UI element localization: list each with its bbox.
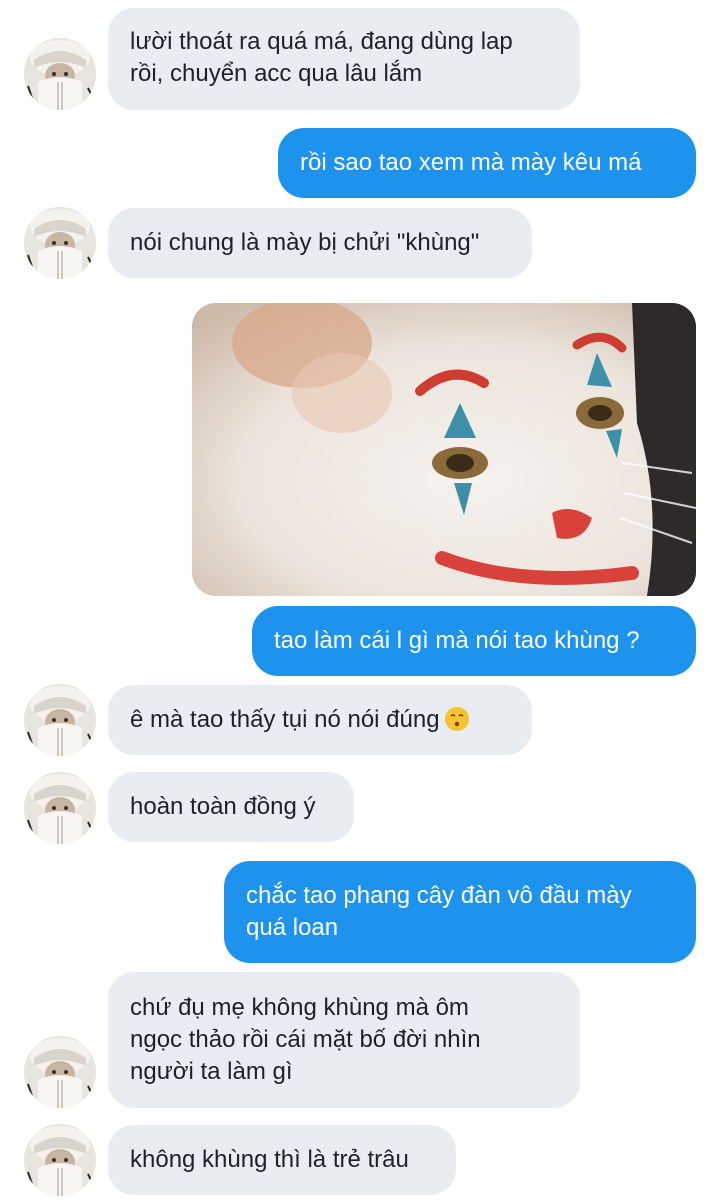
incoming-message-bubble[interactable]: chứ đụ mẹ không khùng mà ôm ngọc thảo rồ… xyxy=(108,972,580,1108)
message-text-line: lười thoát ra quá má, đang dùng lap xyxy=(130,28,513,55)
incoming-message-bubble[interactable]: hoàn toàn đồng ý xyxy=(108,772,354,842)
message-text-line: rồi sao tao xem mà mày kêu má xyxy=(300,149,642,176)
message-text-line: tao làm cái l gì mà nói tao khùng ? xyxy=(274,627,640,654)
message-text-line: chắc tao phang cây đàn vô đầu mày xyxy=(246,882,632,909)
incoming-message-bubble[interactable]: ê mà tao thấy tụi nó nói đúng xyxy=(108,685,532,755)
message-text-line: rồi, chuyển acc qua lâu lắm xyxy=(130,60,423,87)
contact-avatar[interactable] xyxy=(24,684,96,756)
message-text-line: chứ đụ mẹ không khùng mà ôm xyxy=(130,994,469,1021)
outgoing-message-bubble[interactable]: chắc tao phang cây đàn vô đầu mày quá lo… xyxy=(224,861,696,963)
message-text-line: hoàn toàn đồng ý xyxy=(130,793,316,820)
contact-avatar[interactable] xyxy=(24,772,96,844)
message-text-line: nói chung là mày bị chửi "khùng" xyxy=(130,229,480,256)
clown-cat-photo[interactable] xyxy=(192,303,696,596)
contact-avatar[interactable] xyxy=(24,207,96,279)
incoming-message-bubble[interactable]: không khùng thì là trẻ trâu xyxy=(108,1125,456,1195)
contact-avatar[interactable] xyxy=(24,38,96,110)
message-text-line: người ta làm gì xyxy=(130,1058,293,1085)
message-text-line: ngọc thảo rồi cái mặt bố đời nhìn xyxy=(130,1026,481,1053)
contact-avatar[interactable] xyxy=(24,1036,96,1108)
message-text-line: quá loan xyxy=(246,914,339,941)
message-text: ê mà tao thấy tụi nó nói đúng xyxy=(130,706,440,733)
message-text-line: ê mà tao thấy tụi nó nói đúng xyxy=(130,704,510,736)
outgoing-message-bubble[interactable]: tao làm cái l gì mà nói tao khùng ? xyxy=(252,606,696,676)
incoming-message-bubble[interactable]: nói chung là mày bị chửi "khùng" xyxy=(108,208,532,278)
outgoing-message-bubble[interactable]: rồi sao tao xem mà mày kêu má xyxy=(278,128,696,198)
message-text-line: không khùng thì là trẻ trâu xyxy=(130,1146,409,1173)
kissing-face-emoji xyxy=(444,707,469,731)
incoming-message-bubble[interactable]: lười thoát ra quá má, đang dùng lap rồi,… xyxy=(108,8,580,110)
contact-avatar[interactable] xyxy=(24,1124,96,1196)
